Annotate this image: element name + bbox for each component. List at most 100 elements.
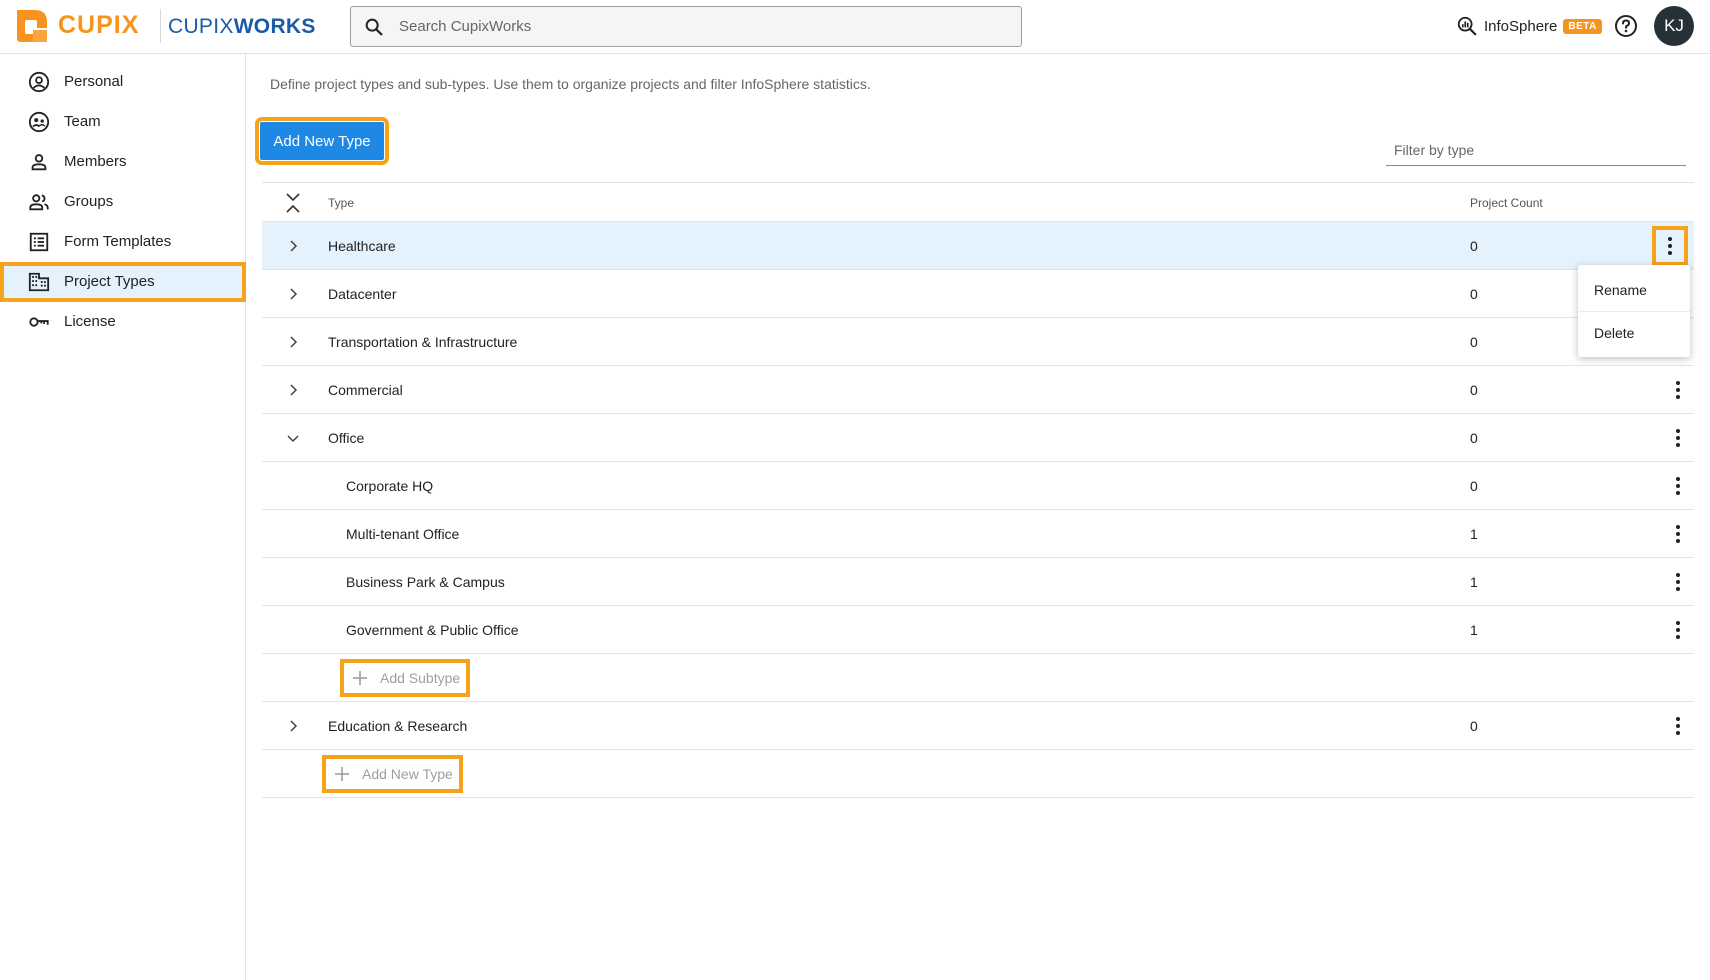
add-new-type-label: Add New Type	[362, 766, 453, 782]
more-options-button[interactable]	[1652, 226, 1688, 266]
more-vert-icon[interactable]	[1666, 570, 1690, 594]
project-count: 0	[1470, 334, 1478, 350]
add-type-row: Add New Type	[262, 750, 1694, 798]
user-avatar[interactable]: KJ	[1654, 6, 1694, 46]
sidebar-item-project-types[interactable]: Project Types	[0, 262, 246, 302]
project-count: 0	[1470, 718, 1478, 734]
table-row[interactable]: Transportation & Infrastructure 0	[262, 318, 1694, 366]
type-name: Datacenter	[328, 286, 397, 302]
filter-by-type-input[interactable]	[1386, 134, 1686, 166]
rename-menu-item[interactable]: Rename	[1578, 269, 1690, 311]
collapse-all-icon[interactable]	[284, 191, 302, 215]
type-name: Office	[328, 430, 365, 446]
plus-icon	[353, 671, 367, 685]
project-count: 1	[1470, 574, 1478, 590]
sidebar-item-label: Members	[64, 153, 127, 170]
sidebar-item-form-templates[interactable]: Form Templates	[0, 222, 246, 262]
sidebar-item-members[interactable]: Members	[0, 142, 246, 182]
list-form-icon	[29, 232, 49, 252]
project-count: 0	[1470, 478, 1478, 494]
cupix-logo-icon[interactable]	[11, 6, 51, 46]
plus-icon	[335, 767, 349, 781]
page-description: Define project types and sub-types. Use …	[270, 76, 871, 92]
project-count: 0	[1470, 238, 1478, 254]
sidebar-item-groups[interactable]: Groups	[0, 182, 246, 222]
sidebar-item-personal[interactable]: Personal	[0, 62, 246, 102]
help-icon[interactable]	[1614, 14, 1638, 38]
sidebar-item-license[interactable]: License	[0, 302, 246, 342]
subtype-name: Business Park & Campus	[346, 574, 505, 590]
chevron-right-icon[interactable]	[286, 239, 300, 253]
sidebar-item-team[interactable]: Team	[0, 102, 246, 142]
add-new-type-inline-button[interactable]: Add New Type	[322, 755, 463, 793]
add-subtype-button[interactable]: Add Subtype	[340, 659, 471, 697]
more-vert-icon[interactable]	[1666, 522, 1690, 546]
table-row[interactable]: Healthcare 0	[262, 222, 1694, 270]
sidebar-item-label: Personal	[64, 73, 124, 90]
product-name-bold: WORKS	[233, 15, 316, 38]
type-name: Education & Research	[328, 718, 468, 734]
subtype-row[interactable]: Corporate HQ 0	[262, 462, 1694, 510]
more-vert-icon	[1668, 237, 1672, 255]
column-header-type[interactable]: Type	[328, 196, 354, 210]
type-name: Healthcare	[328, 238, 396, 254]
column-header-project-count[interactable]: Project Count	[1470, 196, 1543, 210]
add-new-type-button[interactable]: Add New Type	[255, 117, 389, 165]
infosphere-icon	[1457, 16, 1477, 36]
cupix-logo-text[interactable]: CUPIX	[58, 11, 139, 40]
project-count: 0	[1470, 430, 1478, 446]
type-name: Transportation & Infrastructure	[328, 334, 518, 350]
table-row[interactable]: Datacenter 0	[262, 270, 1694, 318]
top-bar: CUPIX CUPIXWORKS InfoSphere BETA KJ	[0, 0, 1710, 54]
infosphere-link[interactable]: InfoSphere BETA	[1456, 14, 1602, 38]
chevron-right-icon[interactable]	[286, 719, 300, 733]
subtype-name: Multi-tenant Office	[346, 526, 460, 542]
person-icon	[31, 154, 47, 171]
subtype-name: Government & Public Office	[346, 622, 519, 638]
more-vert-icon[interactable]	[1666, 618, 1690, 642]
more-vert-icon[interactable]	[1666, 474, 1690, 498]
groups-icon	[29, 194, 49, 211]
beta-badge: BETA	[1563, 18, 1602, 34]
search-icon	[365, 18, 383, 36]
sidebar-item-label: License	[64, 313, 116, 330]
chevron-right-icon[interactable]	[286, 287, 300, 301]
search-box[interactable]	[350, 6, 1022, 47]
subtype-row[interactable]: Multi-tenant Office 1	[262, 510, 1694, 558]
delete-menu-item[interactable]: Delete	[1578, 311, 1690, 353]
subtype-row[interactable]: Business Park & Campus 1	[262, 558, 1694, 606]
sidebar-item-label: Groups	[64, 193, 114, 210]
sidebar-item-label: Team	[64, 113, 101, 130]
product-name-light: CUPIX	[168, 15, 234, 38]
subtype-row[interactable]: Government & Public Office 1	[262, 606, 1694, 654]
table-row[interactable]: Education & Research 0	[262, 702, 1694, 750]
chevron-down-icon[interactable]	[286, 431, 300, 445]
sidebar-item-label: Form Templates	[64, 233, 172, 250]
search-input[interactable]	[399, 7, 999, 46]
table-header: Type Project Count	[262, 182, 1694, 222]
subtype-name: Corporate HQ	[346, 478, 434, 494]
row-context-menu: Rename Delete	[1578, 265, 1690, 357]
table-row[interactable]: Office 0	[262, 414, 1694, 462]
team-icon	[28, 111, 50, 133]
add-subtype-label: Add Subtype	[380, 670, 461, 686]
building-icon	[28, 272, 50, 292]
logo-divider	[160, 9, 161, 43]
project-count: 1	[1470, 526, 1478, 542]
add-subtype-row: Add Subtype	[262, 654, 1694, 702]
project-count: 0	[1470, 286, 1478, 302]
more-vert-icon[interactable]	[1666, 426, 1690, 450]
product-name[interactable]: CUPIXWORKS	[168, 15, 316, 39]
table-row[interactable]: Commercial 0	[262, 366, 1694, 414]
more-vert-icon[interactable]	[1666, 378, 1690, 402]
type-name: Commercial	[328, 382, 403, 398]
chevron-right-icon[interactable]	[286, 335, 300, 349]
more-vert-icon[interactable]	[1666, 714, 1690, 738]
chevron-right-icon[interactable]	[286, 383, 300, 397]
project-count: 1	[1470, 622, 1478, 638]
account-circle-icon	[28, 71, 50, 93]
key-icon	[29, 317, 49, 327]
infosphere-label: InfoSphere	[1484, 17, 1558, 35]
sidebar-item-label: Project Types	[64, 273, 155, 290]
sidebar: Personal Team Members Groups Form Templa…	[0, 54, 246, 980]
